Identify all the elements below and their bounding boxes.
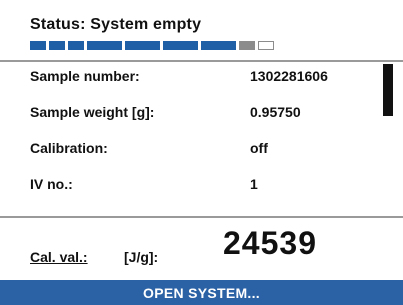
status-progress-bar [30, 41, 274, 50]
row-sample-weight[interactable]: Sample weight [g]: 0.95750 [0, 98, 403, 126]
iv-no-value: 1 [250, 176, 258, 192]
progress-segment [163, 41, 198, 50]
sample-number-value: 1302281606 [250, 68, 328, 84]
progress-segment [49, 41, 65, 50]
progress-segment [30, 41, 46, 50]
sample-weight-label: Sample weight [g]: [30, 104, 155, 120]
row-iv-no[interactable]: IV no.: 1 [0, 170, 403, 198]
progress-segment [68, 41, 84, 50]
calibration-value-panel: Cal. val.: [J/g]: 24539 [0, 218, 403, 280]
status-bar: Status: System empty [0, 0, 403, 62]
device-screen: Status: System empty Sample number: 1302… [0, 0, 403, 305]
calibration-label: Calibration: [30, 140, 108, 156]
row-calibration[interactable]: Calibration: off [0, 134, 403, 162]
progress-segment [258, 41, 274, 50]
sample-number-label: Sample number: [30, 68, 140, 84]
progress-segment [201, 41, 236, 50]
sample-weight-value: 0.95750 [250, 104, 301, 120]
open-system-button[interactable]: OPEN SYSTEM... [0, 280, 403, 305]
cal-val-unit: [J/g]: [124, 249, 159, 265]
progress-segment [87, 41, 122, 50]
sample-info-list: Sample number: 1302281606 Sample weight … [0, 62, 403, 216]
calibration-value: off [250, 140, 268, 156]
progress-segment [239, 41, 255, 50]
status-text: Status: System empty [30, 16, 202, 33]
row-sample-number[interactable]: Sample number: 1302281606 [0, 62, 403, 90]
scroll-indicator[interactable] [383, 64, 393, 116]
cal-val-number: 24539 [223, 225, 317, 261]
progress-segment [125, 41, 160, 50]
iv-no-label: IV no.: [30, 176, 73, 192]
cal-val-label: Cal. val.: [30, 249, 88, 265]
